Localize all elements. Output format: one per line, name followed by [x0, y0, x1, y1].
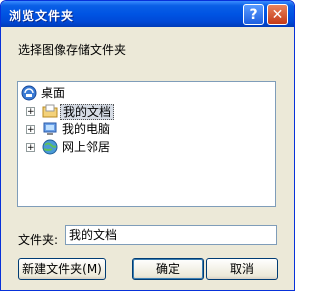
tree-item-label: 网上邻居 — [62, 140, 111, 154]
ok-button[interactable]: 确定 — [132, 258, 204, 280]
folder-tree[interactable]: 桌面 + 我的文档 + 我的电脑 + 网上邻居 — [17, 81, 276, 207]
tree-item-network-places[interactable]: + 网上邻居 — [21, 139, 271, 155]
tree-item-my-documents[interactable]: + 我的文档 — [21, 103, 271, 120]
tree-item-label: 我的电脑 — [62, 122, 111, 136]
window-title: 浏览文件夹 — [9, 9, 75, 23]
expand-toggle[interactable]: + — [26, 143, 35, 153]
my-computer-icon — [43, 122, 57, 135]
desktop-icon — [21, 85, 37, 101]
title-bar[interactable]: 浏览文件夹 ? ✕ — [1, 1, 294, 27]
tree-item-label: 我的文档 — [60, 104, 115, 120]
folder-field[interactable]: 我的文档 — [65, 225, 277, 245]
close-button[interactable]: ✕ — [267, 4, 288, 25]
folder-field-label: 文件夹: — [18, 233, 59, 247]
expand-toggle[interactable]: + — [26, 107, 35, 117]
cancel-button[interactable]: 取消 — [206, 258, 278, 280]
tree-item-my-computer[interactable]: + 我的电脑 — [21, 121, 271, 137]
new-folder-button[interactable]: 新建文件夹(M) — [18, 258, 106, 280]
my-documents-folder-icon — [42, 104, 58, 118]
tree-item-desktop[interactable]: 桌面 — [21, 85, 271, 101]
network-places-icon — [42, 139, 58, 155]
dialog-prompt: 选择图像存储文件夹 — [18, 43, 127, 57]
browse-folder-dialog: 浏览文件夹 ? ✕ 选择图像存储文件夹 桌面 + 我的文档 + 我的电脑 + 网… — [0, 0, 295, 291]
expand-toggle[interactable]: + — [26, 125, 35, 135]
tree-item-label: 桌面 — [41, 86, 66, 100]
help-button[interactable]: ? — [243, 4, 264, 25]
